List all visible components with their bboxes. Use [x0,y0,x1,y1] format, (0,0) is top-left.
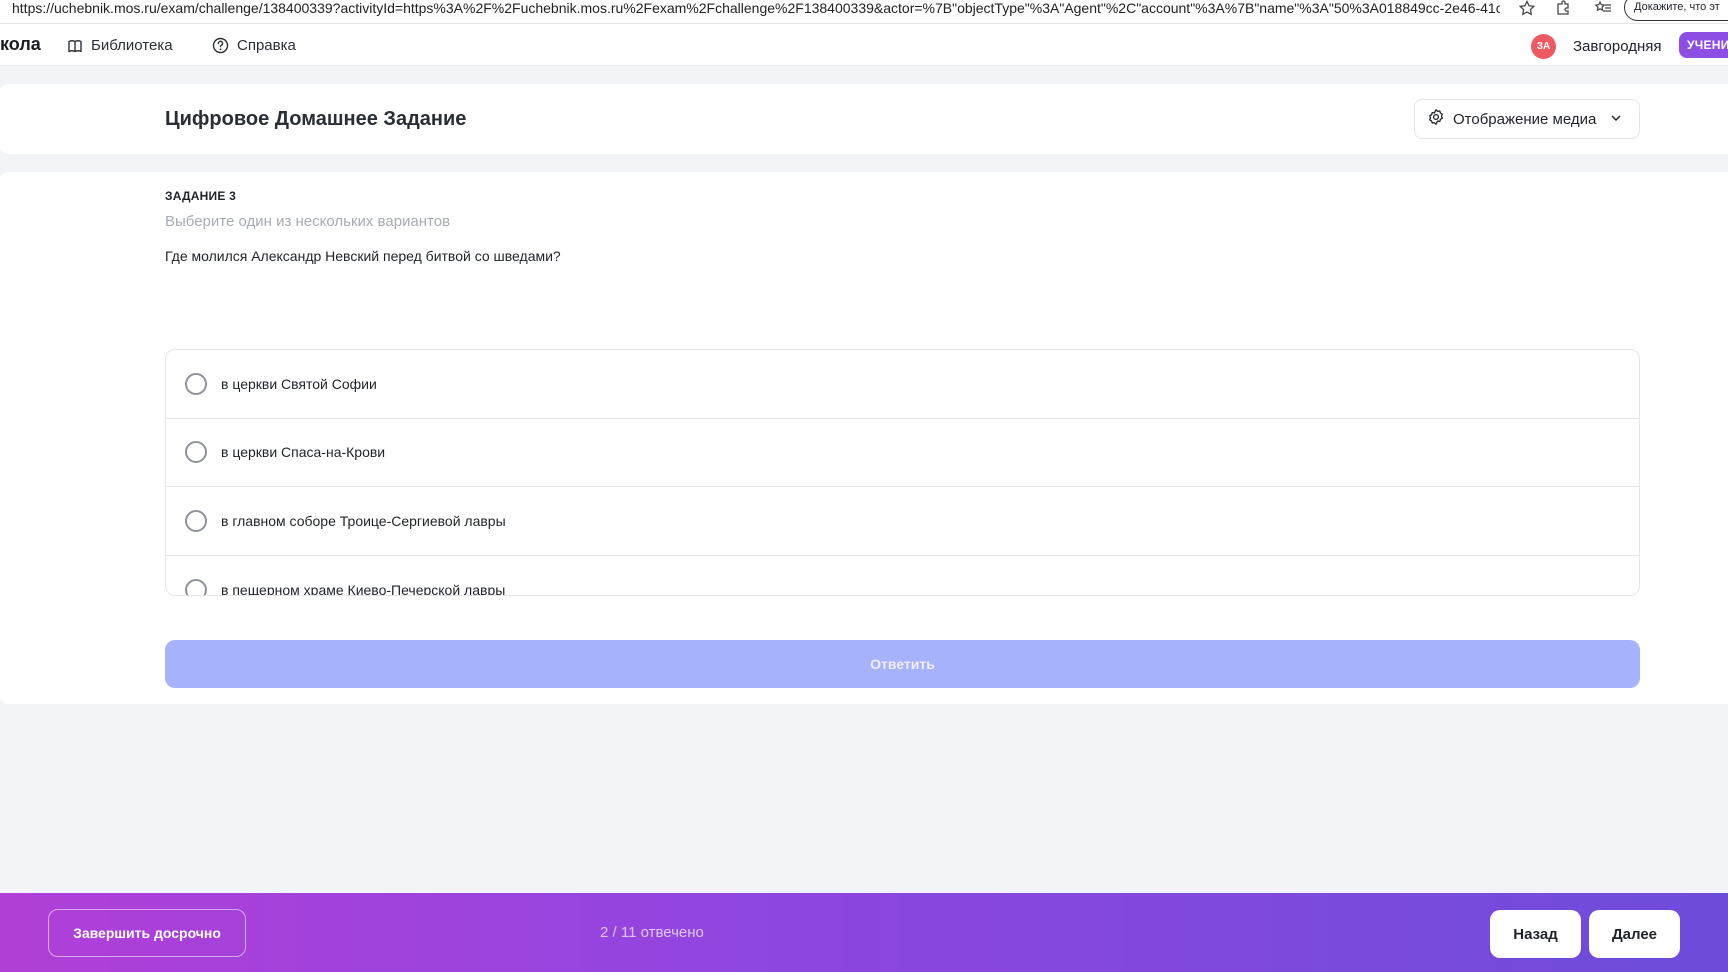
prove-human-button[interactable]: Докажите, что эт [1624,0,1728,21]
nav-link-help[interactable]: Справка [212,37,296,54]
answer-option[interactable]: в пещерном храме Киево-Печерской лавры [166,556,1639,596]
answer-options-list: в церкви Святой Софии в церкви Спаса-на-… [165,349,1640,596]
submit-answer-button[interactable]: Ответить [165,640,1640,688]
header-card: Цифровое Домашнее Задание Отображение ме… [0,84,1728,154]
brand-logo-text[interactable]: кола [0,34,41,55]
user-name[interactable]: Завгородняя [1573,38,1662,55]
settings-gear-icon [1427,108,1445,130]
finish-early-button[interactable]: Завершить досрочно [48,909,246,957]
task-hint: Выберите один из нескольких вариантов [165,213,451,230]
nav-link-library[interactable]: Библиотека [67,37,173,54]
back-button[interactable]: Назад [1490,910,1581,958]
radio-button[interactable] [185,441,207,464]
book-icon [67,38,83,54]
radio-button[interactable] [185,509,207,532]
answer-option[interactable]: в церкви Святой Софии [166,350,1639,419]
bottom-action-bar: Завершить досрочно 2 / 11 отвечено Назад… [0,893,1728,972]
answer-option-label: в пещерном храме Киево-Печерской лавры [221,581,506,596]
task-number: ЗАДАНИЕ 3 [165,189,236,203]
nav-link-library-label: Библиотека [91,37,173,54]
answer-option[interactable]: в главном соборе Троице-Сергиевой лавры [166,487,1639,556]
role-badge: УЧЕНИ [1679,32,1728,58]
url-text[interactable]: https://uchebnik.mos.ru/exam/challenge/1… [12,0,1500,20]
browser-address-bar: https://uchebnik.mos.ru/exam/challenge/1… [0,0,1728,24]
nav-link-help-label: Справка [237,37,296,54]
next-button[interactable]: Далее [1589,910,1680,958]
radio-button[interactable] [185,372,207,395]
task-card: ЗАДАНИЕ 3 Выберите один из нескольких ва… [0,172,1728,704]
task-question: Где молился Александр Невский перед битв… [165,248,561,264]
answered-progress: 2 / 11 отвечено [600,924,704,941]
chevron-down-icon [1610,111,1622,128]
page-title: Цифровое Домашнее Задание [165,108,467,130]
media-display-dropdown[interactable]: Отображение медиа [1414,99,1640,139]
answer-option-label: в церкви Спаса-на-Крови [221,444,386,461]
radio-button[interactable] [185,578,207,595]
extensions-icon[interactable] [1554,0,1572,16]
favorites-icon[interactable] [1594,0,1612,16]
answer-option[interactable]: в церкви Спаса-на-Крови [166,419,1639,487]
top-navigation: кола Библиотека Справка ЗА Завгородняя У… [0,24,1728,66]
answer-option-label: в главном соборе Троице-Сергиевой лавры [221,512,506,529]
star-icon[interactable] [1518,0,1536,16]
help-circle-icon [212,37,229,54]
answer-option-label: в церкви Святой Софии [221,375,377,392]
media-display-label: Отображение медиа [1453,110,1597,128]
avatar[interactable]: ЗА [1531,34,1556,59]
